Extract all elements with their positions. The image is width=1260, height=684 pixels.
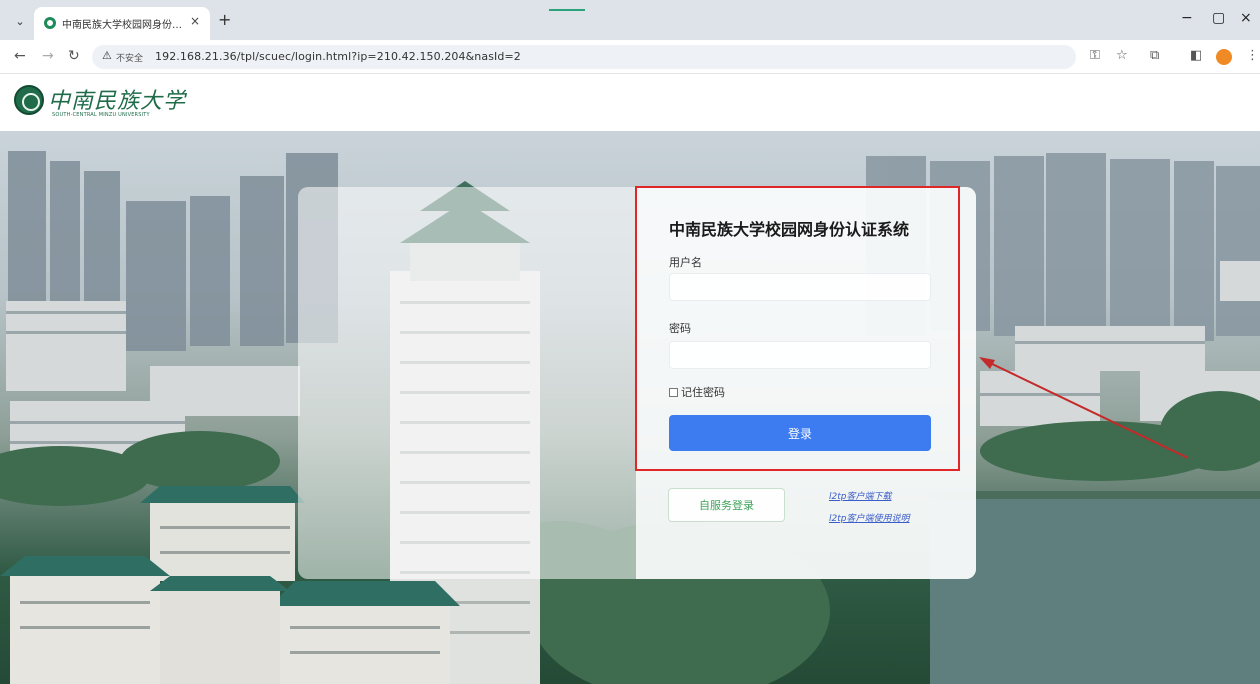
insecure-label[interactable]: 不安全: [116, 51, 143, 64]
browser-toolbar: ← → ↻ ⚠ 不安全 192.168.21.36/tpl/scuec/logi…: [0, 40, 1260, 74]
back-icon[interactable]: ←: [14, 48, 26, 64]
drag-indicator: [549, 9, 585, 11]
key-icon[interactable]: ⚿: [1090, 48, 1100, 63]
star-icon[interactable]: ☆: [1116, 48, 1128, 63]
tab-search-icon[interactable]: ⌄: [10, 12, 30, 32]
university-seal-icon: [14, 85, 44, 115]
warning-icon[interactable]: ⚠: [102, 49, 112, 62]
l2tp-client-guide-link[interactable]: l2tp客户端使用说明: [829, 511, 909, 524]
url-text[interactable]: 192.168.21.36/tpl/scuec/login.html?ip=21…: [155, 50, 521, 63]
site-header: 中南民族大学 SOUTH-CENTRAL MINZU UNIVERSITY: [0, 75, 1260, 131]
profile-icon[interactable]: [1216, 49, 1232, 65]
sidebar-icon[interactable]: ◧: [1190, 48, 1202, 63]
more-icon[interactable]: ⋮: [1246, 48, 1259, 63]
self-service-login-button[interactable]: 自服务登录: [668, 488, 785, 522]
address-bar[interactable]: ⚠ 不安全 192.168.21.36/tpl/scuec/login.html…: [92, 45, 1076, 69]
tab-title: 中南民族大学校园网身份认证系统: [62, 20, 184, 31]
new-tab-button[interactable]: +: [218, 10, 231, 29]
browser-tab[interactable]: 中南民族大学校园网身份认证系统 ×: [34, 7, 210, 40]
l2tp-client-download-link[interactable]: l2tp客户端下载: [829, 489, 891, 502]
site-favicon-icon: [44, 17, 56, 29]
minimize-button[interactable]: −: [1181, 10, 1193, 26]
reload-icon[interactable]: ↻: [68, 48, 80, 64]
maximize-button[interactable]: ▢: [1212, 10, 1225, 26]
close-window-button[interactable]: ×: [1240, 10, 1252, 26]
forward-icon[interactable]: →: [42, 48, 54, 64]
annotation-highlight-box: [635, 186, 960, 471]
tab-close-icon[interactable]: ×: [190, 14, 200, 28]
university-logo-subtext: SOUTH-CENTRAL MINZU UNIVERSITY: [52, 112, 150, 118]
university-logo: 中南民族大学: [48, 89, 187, 114]
tab-strip: ⌄ 中南民族大学校园网身份认证系统 × + − ▢ ×: [0, 0, 1260, 40]
extensions-icon[interactable]: ⧉: [1150, 48, 1159, 63]
